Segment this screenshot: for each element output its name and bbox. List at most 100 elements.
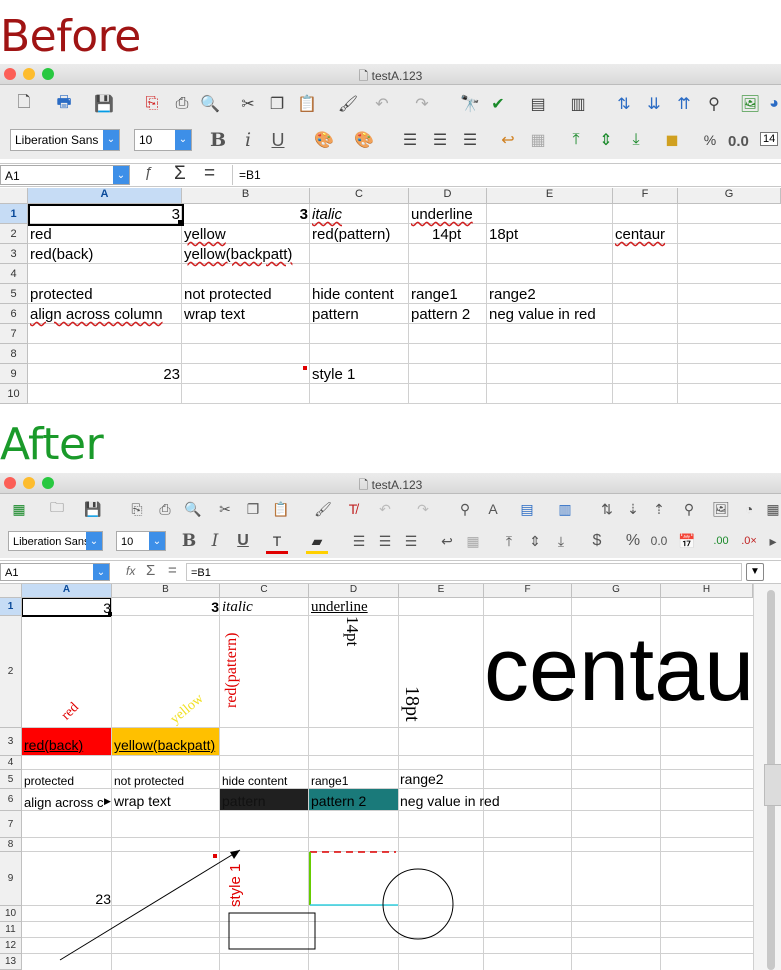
wrap-text-icon[interactable]: ↩ (436, 531, 458, 551)
align-left-icon[interactable]: ☰ (348, 531, 370, 551)
percent-icon[interactable]: % (698, 129, 722, 151)
sum-icon[interactable]: Σ (146, 562, 155, 579)
row-header-3[interactable]: 3 (0, 244, 28, 264)
col-header-b[interactable]: B (182, 188, 310, 204)
cell-a2[interactable]: red (30, 226, 52, 244)
function-wizard-icon[interactable]: ƒ (144, 164, 152, 181)
calendar-badge[interactable]: 14 (760, 132, 779, 146)
formula-input[interactable]: =B1 (186, 563, 742, 581)
cell-d1[interactable]: underline (411, 206, 473, 224)
chevron-down-icon[interactable]: ⌄ (149, 532, 165, 550)
cell-d5[interactable]: range1 (411, 286, 458, 304)
font-color-icon[interactable]: T (266, 531, 288, 554)
cell-c1[interactable]: italic (312, 206, 342, 224)
find-replace-icon[interactable]: ⚲ (454, 499, 476, 519)
bold-icon[interactable]: B (178, 531, 200, 551)
new-document-icon[interactable]: 🗋 (12, 93, 36, 115)
row-header-2[interactable]: 2 (0, 224, 28, 244)
sort-icon[interactable]: ⇅ (612, 93, 636, 115)
undo-icon[interactable]: ↶ (374, 499, 396, 519)
cell-b3[interactable]: yellow(backpatt) (184, 246, 292, 264)
redo-icon[interactable]: ↷ (412, 499, 434, 519)
cell-c9[interactable]: style 1 (312, 366, 355, 384)
align-bottom-icon[interactable]: ⤓ (624, 129, 648, 151)
italic-icon[interactable]: I (204, 531, 226, 551)
cut-icon[interactable]: ✂ (214, 499, 236, 519)
cell-e2[interactable]: 18pt (489, 226, 518, 244)
print-icon[interactable]: 🖶 (52, 93, 76, 115)
chevron-down-icon[interactable]: ⌄ (113, 166, 129, 184)
underline-icon[interactable]: U (232, 531, 254, 551)
name-box[interactable]: A1 ⌄ (0, 563, 110, 581)
align-middle-icon[interactable]: ⇕ (524, 531, 546, 551)
sort-icon[interactable]: ⇅ (596, 499, 618, 519)
delete-decimal-icon[interactable]: .0× (738, 531, 760, 551)
align-top-icon[interactable]: ⤒ (564, 129, 588, 151)
align-left-icon[interactable]: ☰ (398, 129, 422, 151)
italic-icon[interactable]: i (236, 129, 260, 151)
font-name-combo[interactable]: Liberation Sans ⌄ (10, 129, 120, 151)
corner-cell[interactable] (0, 188, 28, 204)
row-header-10[interactable]: 10 (0, 384, 28, 404)
insert-image-icon[interactable]: 🖼 (738, 93, 762, 115)
autofilter-icon[interactable]: ⚲ (678, 499, 700, 519)
currency-icon[interactable]: $ (586, 531, 608, 551)
chevron-down-icon[interactable]: ⌄ (93, 564, 109, 580)
sort-descending-icon[interactable]: ⇡ (648, 499, 670, 519)
font-name-combo[interactable]: Liberation Sans ⌄ (8, 531, 103, 551)
row-header-4[interactable]: 4 (0, 264, 28, 284)
save-icon[interactable]: 💾 (92, 93, 116, 115)
font-size-combo[interactable]: 10 ⌄ (116, 531, 166, 551)
insert-chart-icon[interactable]: ◕ (762, 93, 781, 115)
sidebar-toggle[interactable] (764, 764, 781, 806)
expand-formula-icon[interactable]: ▼ (746, 563, 764, 581)
export-pdf-icon[interactable]: ⎘ (140, 93, 164, 115)
font-size-combo[interactable]: 10 ⌄ (134, 129, 192, 151)
printer-icon[interactable]: ⎙ (170, 93, 194, 115)
currency-icon[interactable]: ◼ (660, 129, 684, 151)
insert-image-icon[interactable]: 🖼 (710, 499, 732, 519)
cell-a3[interactable]: red(back) (30, 246, 93, 264)
export-pdf-icon[interactable]: ⎘ (126, 499, 148, 519)
col-header-g[interactable]: G (678, 188, 781, 204)
align-top-icon[interactable]: ⤒ (498, 531, 520, 551)
save-icon[interactable]: 💾 (82, 499, 104, 519)
equals-icon[interactable]: = (168, 562, 177, 579)
autofilter-icon[interactable]: ⚲ (702, 93, 726, 115)
equals-icon[interactable]: = (204, 163, 215, 185)
merge-cells-icon[interactable]: ▦ (526, 129, 550, 151)
row-header-8[interactable]: 8 (0, 344, 28, 364)
copy-icon[interactable]: ❐ (242, 499, 264, 519)
selected-cell-a1[interactable] (28, 204, 184, 226)
print-preview-icon[interactable]: 🔍 (182, 499, 204, 519)
insert-chart-icon[interactable]: ◔ (738, 499, 760, 519)
font-color-icon[interactable]: 🎨 (312, 129, 336, 151)
row-icon[interactable]: ▤ (526, 93, 550, 115)
align-center-icon[interactable]: ☰ (428, 129, 452, 151)
cell-c2[interactable]: red(pattern) (312, 226, 390, 244)
function-wizard-icon[interactable]: fx (126, 564, 135, 578)
cell-d6[interactable]: pattern 2 (411, 306, 470, 324)
cell-c5[interactable]: hide content (312, 286, 394, 304)
spelling-icon[interactable]: A (482, 499, 504, 519)
row-header-7[interactable]: 7 (0, 324, 28, 344)
highlight-color-icon[interactable]: ▰ (306, 531, 328, 554)
col-header-d[interactable]: D (409, 188, 487, 204)
row-header-1[interactable]: 1 (0, 204, 28, 224)
comment-marker[interactable] (303, 366, 307, 370)
formula-input[interactable]: =B1 (232, 165, 781, 185)
clone-formatting-icon[interactable]: 🖌 (312, 499, 334, 519)
column-icon[interactable]: ▥ (566, 93, 590, 115)
number-format-icon[interactable]: 0.0 (648, 531, 670, 551)
sort-ascending-icon[interactable]: ⇣ (622, 499, 644, 519)
sum-icon[interactable]: Σ (174, 163, 186, 185)
redo-icon[interactable]: ↷ (410, 93, 434, 115)
more-options-icon[interactable]: ▸ (762, 531, 781, 551)
format-paintbrush-icon[interactable]: 🖌 (336, 93, 360, 115)
cell-f2[interactable]: centaur (615, 226, 665, 244)
new-spreadsheet-icon[interactable]: ▦ (8, 499, 30, 519)
align-center-icon[interactable]: ☰ (374, 531, 396, 551)
clear-formatting-icon[interactable]: T̸ (342, 499, 364, 519)
cell-b1[interactable]: 3 (300, 206, 308, 224)
paste-icon[interactable]: 📋 (295, 93, 319, 115)
